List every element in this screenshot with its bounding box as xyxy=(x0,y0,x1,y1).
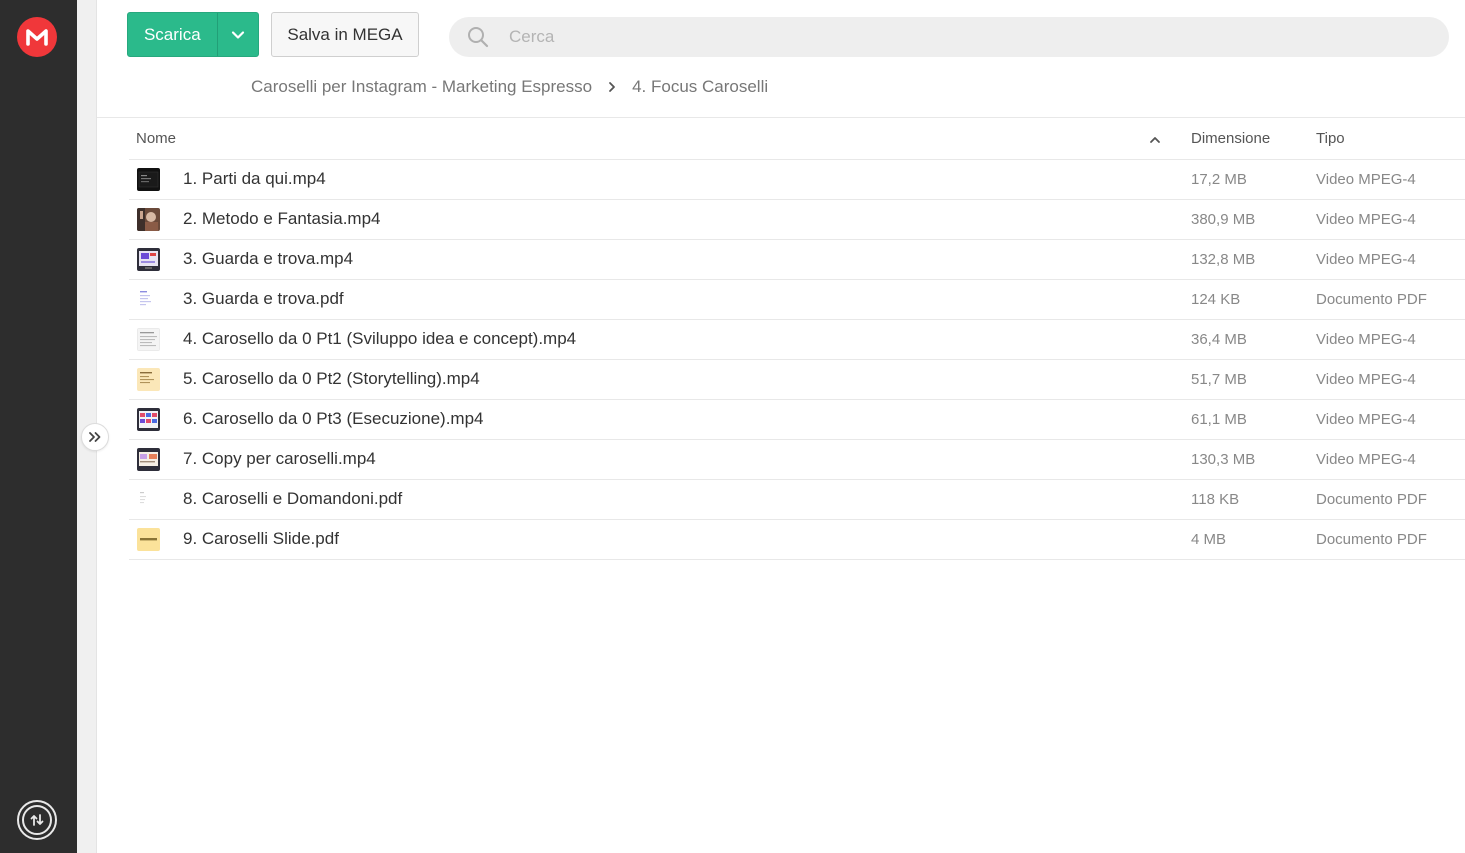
file-type: Video MPEG-4 xyxy=(1316,171,1416,188)
file-type: Video MPEG-4 xyxy=(1316,451,1416,468)
file-type: Video MPEG-4 xyxy=(1316,331,1416,348)
file-type: Documento PDF xyxy=(1316,291,1427,308)
search-icon xyxy=(453,25,503,49)
file-type: Documento PDF xyxy=(1316,491,1427,508)
table-row[interactable]: 8. Caroselli e Domandoni.pdf 118 KB Docu… xyxy=(129,480,1465,520)
video-thumbnail-icon xyxy=(137,328,160,351)
search-input[interactable] xyxy=(503,27,1449,47)
breadcrumb-item-root[interactable]: Caroselli per Instagram - Marketing Espr… xyxy=(251,77,592,97)
file-type: Video MPEG-4 xyxy=(1316,371,1416,388)
file-type: Documento PDF xyxy=(1316,531,1427,548)
file-name: 6. Carosello da 0 Pt3 (Esecuzione).mp4 xyxy=(183,409,484,428)
double-chevron-right-icon xyxy=(89,432,101,442)
search-bar xyxy=(449,17,1449,57)
file-name: 5. Carosello da 0 Pt2 (Storytelling).mp4 xyxy=(183,369,480,388)
file-type: Video MPEG-4 xyxy=(1316,211,1416,228)
file-type: Video MPEG-4 xyxy=(1316,251,1416,268)
transfer-arrows-icon xyxy=(22,805,52,835)
column-header-name[interactable]: Nome xyxy=(136,130,176,147)
video-thumbnail-icon xyxy=(137,368,160,391)
chevron-right-icon xyxy=(608,81,616,93)
file-size: 51,7 MB xyxy=(1191,371,1247,388)
chevron-down-icon xyxy=(231,30,244,39)
table-header: Nome Dimensione Tipo xyxy=(129,118,1465,160)
file-size: 61,1 MB xyxy=(1191,411,1247,428)
table-row[interactable]: 2. Metodo e Fantasia.mp4 380,9 MB Video … xyxy=(129,200,1465,240)
breadcrumb: Caroselli per Instagram - Marketing Espr… xyxy=(251,76,768,98)
table-row[interactable]: 1. Parti da qui.mp4 17,2 MB Video MPEG-4 xyxy=(129,160,1465,200)
file-size: 130,3 MB xyxy=(1191,451,1256,468)
file-size: 17,2 MB xyxy=(1191,171,1247,188)
save-to-mega-button[interactable]: Salva in MEGA xyxy=(271,12,419,57)
file-size: 118 KB xyxy=(1191,491,1240,508)
pdf-thumbnail-icon xyxy=(137,488,160,511)
column-header-type[interactable]: Tipo xyxy=(1316,130,1345,147)
table-row[interactable]: 3. Guarda e trova.mp4 132,8 MB Video MPE… xyxy=(129,240,1465,280)
file-name: 2. Metodo e Fantasia.mp4 xyxy=(183,209,381,228)
transfers-button[interactable] xyxy=(17,800,57,840)
table-row[interactable]: 7. Copy per caroselli.mp4 130,3 MB Video… xyxy=(129,440,1465,480)
file-name: 9. Caroselli Slide.pdf xyxy=(183,529,339,548)
video-thumbnail-icon xyxy=(137,168,160,191)
table-row[interactable]: 3. Guarda e trova.pdf 124 KB Documento P… xyxy=(129,280,1465,320)
breadcrumb-item-current[interactable]: 4. Focus Caroselli xyxy=(632,77,768,97)
expand-sidebar-button[interactable] xyxy=(81,423,109,451)
file-name: 8. Caroselli e Domandoni.pdf xyxy=(183,489,403,508)
download-split-button: Scarica xyxy=(127,12,259,57)
table-row[interactable]: 6. Carosello da 0 Pt3 (Esecuzione).mp4 6… xyxy=(129,400,1465,440)
file-name: 7. Copy per caroselli.mp4 xyxy=(183,449,376,468)
file-name: 3. Guarda e trova.mp4 xyxy=(183,249,354,268)
table-row[interactable]: 9. Caroselli Slide.pdf 4 MB Documento PD… xyxy=(129,520,1465,560)
video-thumbnail-icon xyxy=(137,248,160,271)
table-row[interactable]: 4. Carosello da 0 Pt1 (Sviluppo idea e c… xyxy=(129,320,1465,360)
pdf-thumbnail-icon xyxy=(137,288,160,311)
download-options-button[interactable] xyxy=(216,13,258,56)
file-name: 1. Parti da qui.mp4 xyxy=(183,169,326,188)
mega-logo-icon[interactable] xyxy=(17,17,57,57)
table-row[interactable]: 5. Carosello da 0 Pt2 (Storytelling).mp4… xyxy=(129,360,1465,400)
chevron-up-icon[interactable] xyxy=(1149,132,1161,149)
column-header-size[interactable]: Dimensione xyxy=(1191,130,1270,147)
left-rail xyxy=(0,0,77,853)
app-root: Scarica Salva in MEGA Caroselli per Inst… xyxy=(0,0,1465,853)
file-type: Video MPEG-4 xyxy=(1316,411,1416,428)
file-name: 3. Guarda e trova.pdf xyxy=(183,289,344,308)
file-name: 4. Carosello da 0 Pt1 (Sviluppo idea e c… xyxy=(183,329,577,348)
file-size: 380,9 MB xyxy=(1191,211,1256,228)
file-size: 124 KB xyxy=(1191,291,1241,308)
pdf-thumbnail-icon xyxy=(137,528,160,551)
file-size: 132,8 MB xyxy=(1191,251,1256,268)
file-size: 4 MB xyxy=(1191,531,1227,548)
file-size: 36,4 MB xyxy=(1191,331,1247,348)
video-thumbnail-icon xyxy=(137,448,160,471)
video-thumbnail-icon xyxy=(137,408,160,431)
video-thumbnail-icon xyxy=(137,208,160,231)
file-list: 1. Parti da qui.mp4 17,2 MB Video MPEG-4… xyxy=(129,160,1465,560)
download-button[interactable]: Scarica xyxy=(128,13,217,56)
